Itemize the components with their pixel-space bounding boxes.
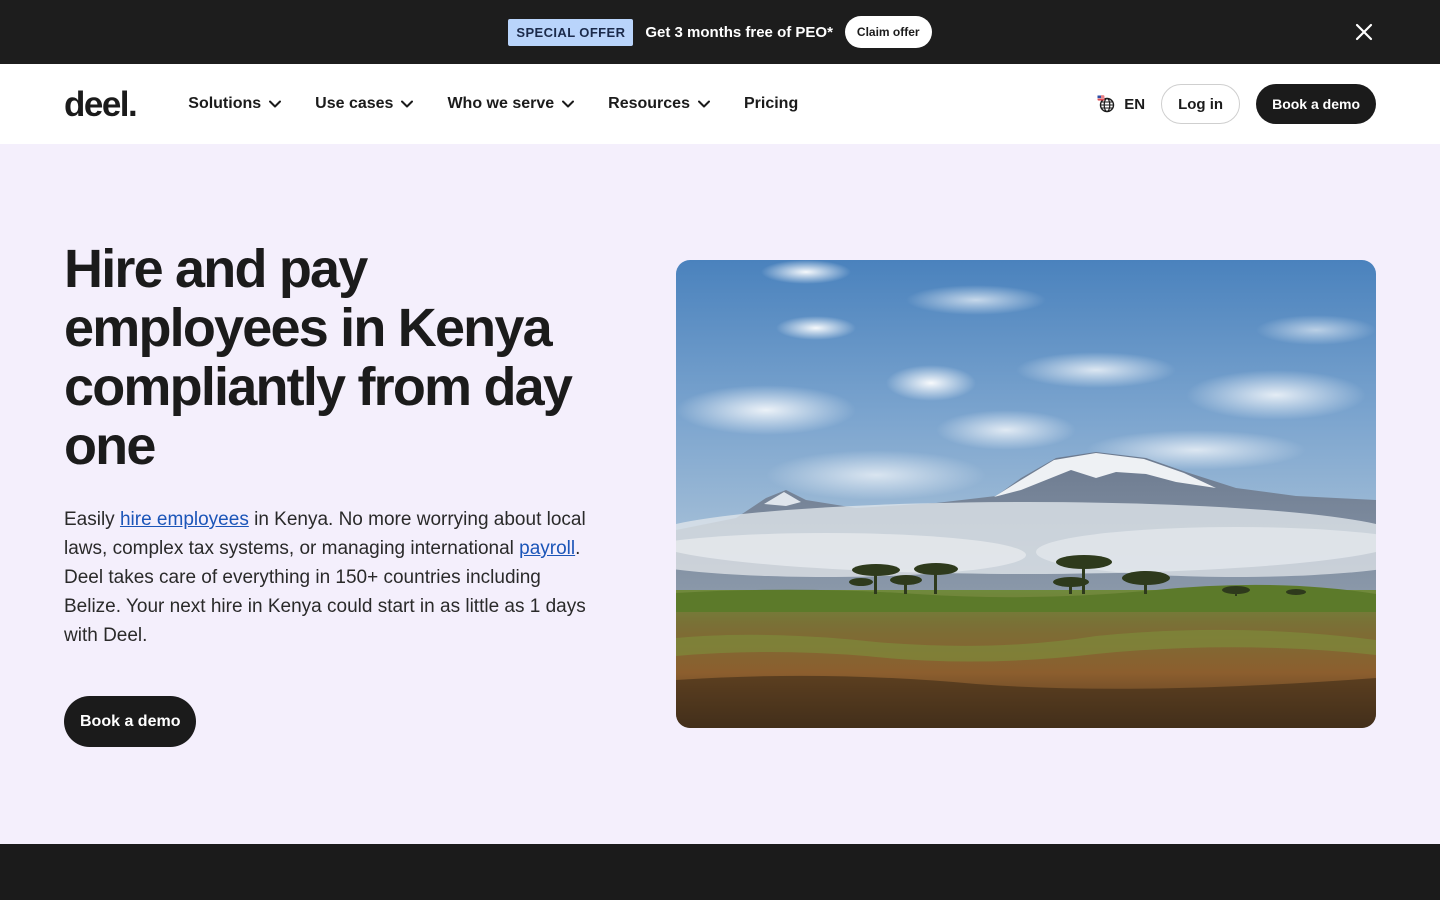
chevron-down-icon xyxy=(562,100,575,108)
language-selector[interactable]: EN xyxy=(1097,95,1145,113)
special-offer-badge: SPECIAL OFFER xyxy=(508,18,634,46)
promo-banner: SPECIAL OFFER Get 3 months free of PEO* … xyxy=(0,0,1440,64)
nav-use-cases[interactable]: Use cases xyxy=(315,95,414,113)
close-icon[interactable] xyxy=(1354,22,1374,42)
nav-who-we-serve-label: Who we serve xyxy=(447,95,555,112)
chevron-down-icon xyxy=(401,100,414,108)
nav-solutions-label: Solutions xyxy=(188,95,262,112)
nav-solutions[interactable]: Solutions xyxy=(188,95,282,113)
nav-resources[interactable]: Resources xyxy=(608,95,710,113)
header-actions: EN Log in Book a demo xyxy=(1097,84,1376,124)
dark-section-start xyxy=(0,844,1440,900)
globe-flag-icon xyxy=(1097,95,1115,113)
deel-logo[interactable]: deel. xyxy=(64,87,138,122)
hero-title: Hire and pay employees in Kenya complian… xyxy=(64,239,573,476)
chevron-down-icon xyxy=(269,100,282,108)
payroll-link[interactable]: payroll xyxy=(519,538,575,559)
nav-resources-label: Resources xyxy=(608,95,690,112)
nav-use-cases-label: Use cases xyxy=(315,95,394,112)
claim-offer-button[interactable]: Claim offer xyxy=(844,16,932,48)
chevron-down-icon xyxy=(697,100,710,108)
book-demo-hero-button[interactable]: Book a demo xyxy=(64,696,197,747)
nav-who-we-serve[interactable]: Who we serve xyxy=(447,95,575,113)
hero-section: Hire and pay employees in Kenya complian… xyxy=(0,144,1440,844)
main-nav: Solutions Use cases Who we serve Resourc… xyxy=(188,95,832,113)
site-header: deel. Solutions Use cases Who we serve R… xyxy=(0,64,1440,144)
nav-pricing-label: Pricing xyxy=(743,95,799,112)
promo-text: Get 3 months free of PEO* xyxy=(645,23,833,41)
language-label: EN xyxy=(1124,95,1146,113)
login-button[interactable]: Log in xyxy=(1161,84,1241,124)
hire-employees-link[interactable]: hire employees xyxy=(120,509,249,530)
desc-text-1: Easily xyxy=(64,509,120,530)
kenya-landscape-image xyxy=(676,260,1376,728)
book-demo-header-button[interactable]: Book a demo xyxy=(1256,84,1376,124)
nav-pricing[interactable]: Pricing xyxy=(744,95,798,113)
hero-description: Easily hire employees in Kenya. No more … xyxy=(64,505,594,650)
